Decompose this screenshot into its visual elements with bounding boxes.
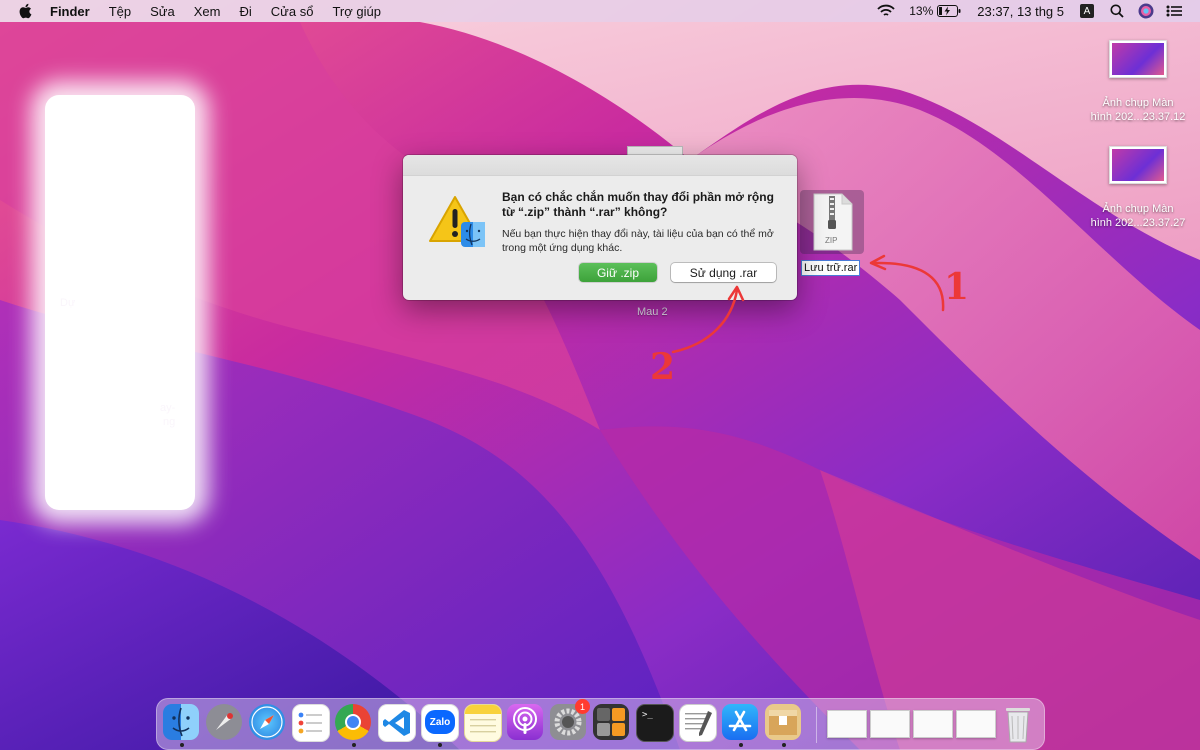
wifi-icon[interactable]	[877, 4, 895, 18]
clock[interactable]: 23:37, 13 thg 5	[977, 4, 1064, 19]
vscode-icon[interactable]	[378, 704, 416, 742]
keep-zip-button[interactable]: Giữ .zip	[579, 263, 657, 282]
step-1-label: 1	[944, 266, 970, 308]
desktop-screenshot-file[interactable]: Ảnh chụp Màn hình 202...23.37.12	[1080, 40, 1196, 124]
apple-icon[interactable]	[18, 3, 32, 19]
dock-separator	[816, 707, 817, 743]
dialog-message: Nếu bạn thực hiện thay đổi này, tài liệu…	[502, 228, 774, 254]
battery-percent[interactable]: 13%	[909, 4, 933, 18]
recent-window-thumbnail[interactable]	[913, 704, 953, 742]
blurred-text: ay-	[160, 402, 176, 414]
archive-utility-icon[interactable]	[765, 704, 803, 747]
screenshot-thumbnail	[1109, 146, 1167, 184]
archive-filename-field[interactable]: Lưu trữ.rar	[801, 260, 861, 276]
terminal-prompt: >_	[642, 710, 653, 720]
notes-icon[interactable]	[464, 704, 502, 742]
blurred-text: Dự	[60, 297, 76, 309]
menu-bar: Finder Tệp Sửa Xem Đi Cửa sổ Trợ giúp 13…	[0, 0, 1200, 22]
dialog-title: Bạn có chắc chắn muốn thay đổi phần mở r…	[502, 190, 774, 219]
file-label: hình 202...23.37.27	[1090, 217, 1186, 229]
reminders-icon[interactable]	[292, 704, 330, 742]
search-icon[interactable]	[1110, 4, 1124, 18]
file-label: hình 202...23.37.12	[1090, 111, 1186, 123]
calculator-icon[interactable]	[593, 704, 631, 742]
running-indicator	[180, 743, 184, 747]
file-label: Ảnh chụp Màn	[1102, 203, 1174, 215]
menu-view[interactable]: Xem	[194, 4, 221, 19]
trash-icon[interactable]	[1000, 704, 1038, 743]
running-indicator	[739, 743, 743, 747]
menu-go[interactable]: Đi	[239, 4, 251, 19]
menu-help[interactable]: Trợ giúp	[332, 4, 381, 19]
running-indicator	[438, 743, 442, 747]
notification-badge: 1	[575, 699, 590, 714]
archive-file-icon[interactable]: ZIP	[800, 190, 864, 254]
zip-badge: ZIP	[825, 236, 838, 245]
running-indicator	[352, 743, 356, 747]
dock: Zalo 1 >_	[156, 698, 1045, 750]
control-center-icon[interactable]	[1166, 5, 1182, 17]
use-rar-button[interactable]: Sử dụng .rar	[671, 263, 776, 282]
file-label: Ảnh chụp Màn	[1102, 97, 1174, 109]
menu-edit[interactable]: Sửa	[150, 4, 175, 19]
textedit-icon[interactable]	[679, 704, 717, 742]
screenshot-thumbnail	[1109, 40, 1167, 78]
step-2-label: 2	[650, 346, 676, 388]
menu-window[interactable]: Cửa sổ	[271, 4, 314, 19]
launchpad-icon[interactable]	[206, 704, 244, 742]
warning-icon	[429, 196, 485, 247]
finder-icon[interactable]	[163, 704, 201, 747]
battery-icon[interactable]	[937, 5, 961, 17]
running-indicator	[782, 743, 786, 747]
podcasts-icon[interactable]	[507, 704, 545, 742]
app-store-icon[interactable]	[722, 704, 760, 747]
recent-window-thumbnail[interactable]	[827, 704, 867, 742]
mau-file-label[interactable]: Mau 2	[637, 306, 668, 318]
input-source-icon[interactable]: A	[1080, 4, 1094, 18]
recent-window-thumbnail[interactable]	[956, 704, 996, 742]
terminal-icon[interactable]: >_	[636, 704, 674, 742]
desktop-screenshot-file[interactable]: Ảnh chụp Màn hình 202...23.37.27	[1080, 146, 1196, 230]
zalo-logo: Zalo	[425, 710, 455, 734]
chrome-icon[interactable]	[335, 704, 373, 747]
safari-icon[interactable]	[249, 704, 287, 742]
menu-file[interactable]: Tệp	[109, 4, 131, 19]
menu-finder[interactable]: Finder	[50, 4, 90, 19]
system-preferences-icon[interactable]: 1	[550, 699, 590, 742]
blurred-text: ng	[163, 416, 176, 428]
siri-icon[interactable]	[1138, 3, 1154, 19]
zalo-icon[interactable]: Zalo	[421, 704, 459, 747]
rename-extension-dialog: Bạn có chắc chắn muốn thay đổi phần mở r…	[403, 155, 797, 300]
dialog-titlebar[interactable]	[403, 155, 797, 176]
recent-window-thumbnail[interactable]	[870, 704, 910, 742]
